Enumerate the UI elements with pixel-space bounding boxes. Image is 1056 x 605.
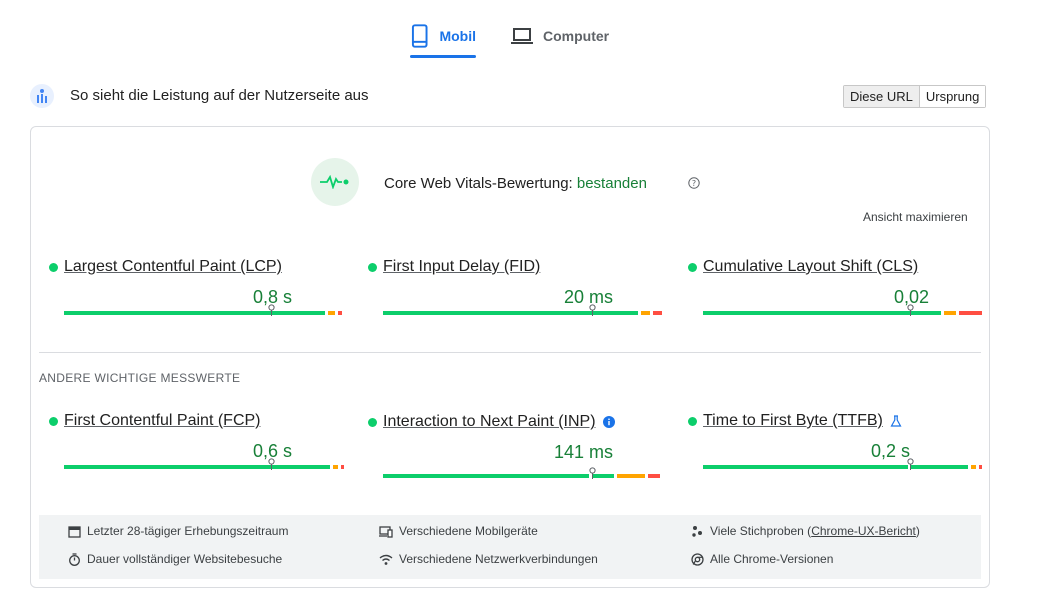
tab-mobil[interactable]: Mobil: [410, 14, 476, 58]
this-url-button[interactable]: Diese URL: [844, 86, 920, 107]
expand-view-link[interactable]: Ansicht maximieren: [863, 210, 968, 224]
metric-fid: First Input Delay (FID) 20 ms: [368, 258, 662, 338]
tab-computer-label: Computer: [543, 28, 610, 44]
tab-computer[interactable]: Computer: [511, 14, 621, 58]
scatter-dots-icon: [692, 525, 702, 537]
metric-inp-value: 141 ms: [553, 442, 613, 462]
samples-info: Viele Stichproben (Chrome-UX-Bericht): [691, 524, 920, 538]
svg-text:?: ?: [692, 179, 696, 188]
metric-ttfb-name[interactable]: Time to First Byte (TTFB): [703, 412, 883, 430]
chrome-versions-text: Alle Chrome-Versionen: [710, 552, 834, 566]
good-indicator-dot: [49, 263, 58, 272]
help-icon[interactable]: ?: [688, 177, 700, 189]
heartbeat-icon: [311, 158, 359, 206]
samples-prefix: Viele Stichproben (: [710, 524, 812, 538]
device-tabs: Mobil Computer: [0, 0, 1056, 60]
percentile-marker-icon: [589, 467, 596, 479]
good-indicator-dot: [368, 263, 377, 272]
metric-inp: Interaction to Next Paint (INP) 141 ms: [368, 413, 660, 493]
cwv-assessment: Core Web Vitals-Bewertung: bestanden: [384, 175, 647, 192]
info-icon[interactable]: [602, 416, 615, 428]
metric-ttfb-title: Time to First Byte (TTFB): [703, 412, 902, 430]
metric-fcp: First Contentful Paint (FCP) 0,6 s: [49, 412, 344, 492]
collection-period: Letzter 28-tägiger Erhebungszeitraum: [68, 524, 288, 538]
origin-button[interactable]: Ursprung: [919, 86, 986, 107]
metric-fid-name[interactable]: First Input Delay (FID): [383, 258, 540, 276]
metric-fcp-name[interactable]: First Contentful Paint (FCP): [64, 412, 261, 430]
metric-ttfb: Time to First Byte (TTFB) 0,2 s: [688, 412, 983, 492]
distribution-bar: [703, 311, 982, 315]
other-metrics-heading: ANDERE WICHTIGE MESSWERTE: [39, 371, 241, 385]
percentile-marker-icon: [268, 304, 275, 316]
phone-icon: [411, 24, 428, 48]
metric-ttfb-value: 0,2 s: [870, 441, 910, 461]
distribution-bar: [703, 465, 982, 469]
wifi-icon: [379, 554, 393, 565]
samples-suffix: ): [915, 524, 920, 538]
scope-toggle: Diese URL Ursprung: [843, 85, 987, 108]
metric-inp-title: Interaction to Next Paint (INP): [383, 413, 615, 431]
metric-cls: Cumulative Layout Shift (CLS) 0,02: [688, 258, 983, 338]
distribution-bar: [64, 311, 342, 315]
visit-duration-text: Dauer vollständiger Websitebesuche: [87, 552, 283, 566]
good-indicator-dot: [49, 417, 58, 426]
devices-info-text: Verschiedene Mobilgeräte: [399, 524, 538, 538]
good-indicator-dot: [688, 263, 697, 272]
users-chart-icon: [30, 84, 54, 108]
percentile-marker-icon: [589, 304, 596, 316]
network-info: Verschiedene Netzwerkverbindungen: [379, 552, 598, 566]
tab-mobil-label: Mobil: [439, 28, 476, 44]
distribution-bar: [64, 465, 344, 469]
devices-icon: [379, 525, 393, 538]
metric-cls-name[interactable]: Cumulative Layout Shift (CLS): [703, 258, 918, 276]
percentile-marker-icon: [907, 304, 914, 316]
good-indicator-dot: [368, 418, 377, 427]
chrome-ux-report-link[interactable]: Chrome-UX-Bericht: [811, 524, 916, 538]
chrome-versions-info: Alle Chrome-Versionen: [691, 552, 833, 566]
cwv-label: Core Web Vitals-Bewertung:: [384, 175, 573, 192]
devices-info: Verschiedene Mobilgeräte: [379, 524, 538, 538]
visit-duration: Dauer vollständiger Websitebesuche: [68, 552, 282, 566]
flask-icon[interactable]: [890, 415, 902, 427]
collection-period-text: Letzter 28-tägiger Erhebungszeitraum: [87, 524, 289, 538]
chrome-icon: [691, 552, 704, 566]
percentile-marker-icon: [907, 458, 914, 470]
section-divider: [39, 352, 981, 353]
metric-inp-name[interactable]: Interaction to Next Paint (INP): [383, 413, 596, 431]
section-title: So sieht die Leistung auf der Nutzerseit…: [70, 87, 369, 104]
laptop-icon: [511, 28, 533, 44]
good-indicator-dot: [688, 417, 697, 426]
percentile-marker-icon: [268, 458, 275, 470]
metric-lcp: Largest Contentful Paint (LCP) 0,8 s: [49, 258, 342, 338]
distribution-bar: [383, 474, 660, 478]
metric-lcp-name[interactable]: Largest Contentful Paint (LCP): [64, 258, 282, 276]
stopwatch-icon: [69, 552, 80, 566]
network-info-text: Verschiedene Netzwerkverbindungen: [399, 552, 598, 566]
distribution-bar: [383, 311, 662, 315]
cwv-status: bestanden: [576, 175, 647, 192]
calendar-icon: [68, 525, 81, 538]
